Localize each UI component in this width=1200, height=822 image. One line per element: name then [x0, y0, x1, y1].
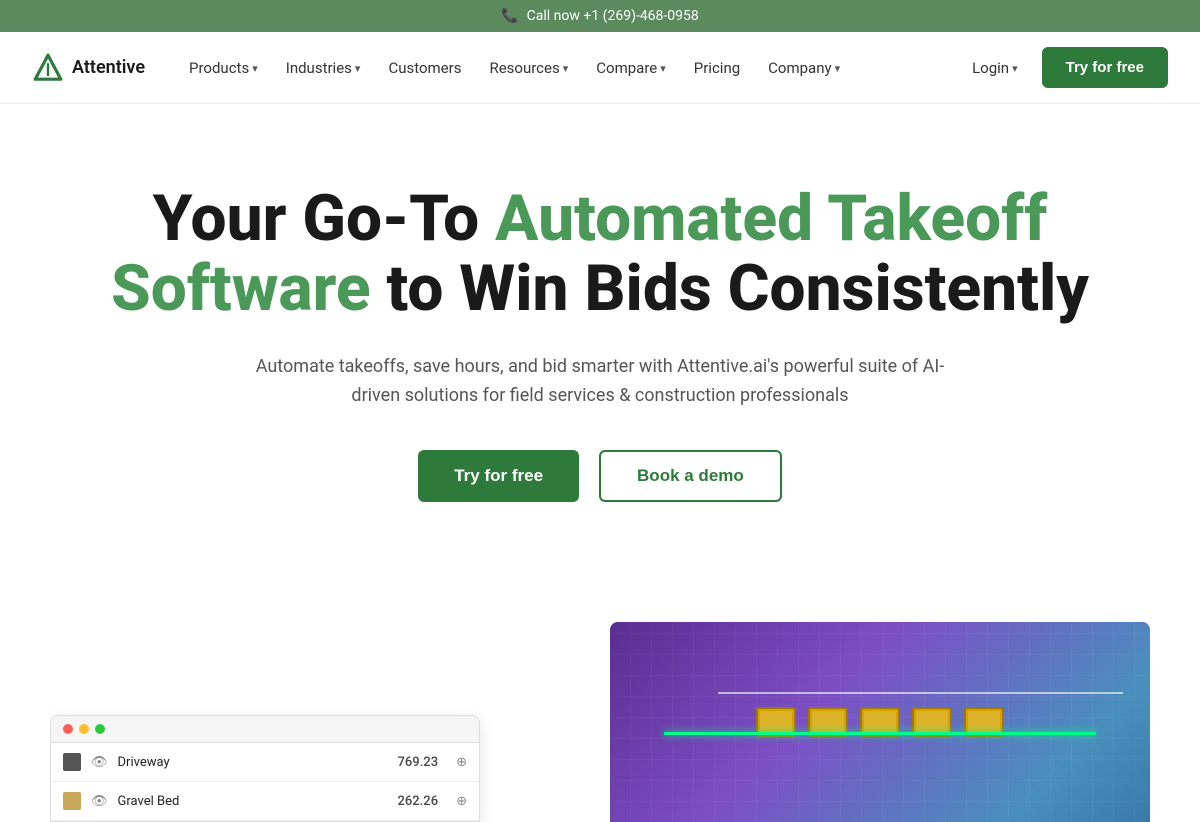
row-color-swatch: [63, 753, 81, 771]
hero-title: Your Go-To Automated Takeoff Software to…: [70, 184, 1130, 325]
nav-links: Products ▾ Industries ▾ Customers Resour…: [177, 51, 960, 85]
eye-icon: 👁: [91, 794, 108, 809]
navbar: Attentive Products ▾ Industries ▾ Custom…: [0, 32, 1200, 104]
row-label: Gravel Bed: [118, 794, 388, 809]
aerial-panel: [610, 622, 1150, 822]
takeoff-panel: 👁 Driveway 769.23 ⊕ 👁 Gravel Bed 262.26 …: [50, 715, 480, 822]
table-row: 👁 Gravel Bed 262.26 ⊕: [51, 782, 479, 821]
table-row: 👁 Driveway 769.23 ⊕: [51, 743, 479, 782]
nav-item-compare[interactable]: Compare ▾: [584, 51, 677, 85]
eye-icon: 👁: [91, 755, 108, 770]
row-value: 262.26: [398, 794, 439, 809]
aerial-background: [610, 622, 1150, 822]
hero-title-part2: Software: [111, 251, 371, 326]
top-bar: 📞 Call now +1 (269)-468-0958: [0, 0, 1200, 32]
nav-item-products[interactable]: Products ▾: [177, 51, 270, 85]
login-button[interactable]: Login ▾: [960, 51, 1030, 85]
row-action-icon: ⊕: [456, 755, 467, 770]
product-preview: 👁 Driveway 769.23 ⊕ 👁 Gravel Bed 262.26 …: [50, 602, 1150, 822]
logo-text: Attentive: [72, 57, 145, 78]
chevron-down-icon: ▾: [252, 62, 258, 75]
nav-item-industries[interactable]: Industries ▾: [274, 51, 373, 85]
row-action-icon: ⊕: [456, 794, 467, 809]
nav-right: Login ▾ Try for free: [960, 47, 1168, 88]
chevron-down-icon: ▾: [660, 62, 666, 75]
hero-title-green: Automated Takeoff: [495, 181, 1047, 256]
book-demo-button[interactable]: Book a demo: [599, 450, 782, 502]
row-value: 769.23: [398, 755, 439, 770]
nav-item-resources[interactable]: Resources ▾: [477, 51, 580, 85]
hero-title-part3: to Win Bids Consistently: [371, 251, 1089, 326]
hero-section: Your Go-To Automated Takeoff Software to…: [50, 104, 1150, 602]
nav-label-compare: Compare: [596, 59, 657, 77]
hero-title-part1: Your Go-To: [153, 181, 496, 256]
try-free-hero-button[interactable]: Try for free: [418, 450, 579, 502]
chevron-down-icon: ▾: [355, 62, 361, 75]
panel-header: [51, 716, 479, 743]
nav-label-industries: Industries: [286, 59, 352, 77]
nav-label-pricing: Pricing: [694, 59, 740, 77]
phone-icon: 📞: [501, 8, 518, 24]
row-color-swatch: [63, 792, 81, 810]
nav-label-resources: Resources: [489, 59, 559, 77]
nav-label-customers: Customers: [388, 59, 461, 77]
try-free-nav-button[interactable]: Try for free: [1042, 47, 1168, 88]
measurement-line-white: [718, 692, 1123, 694]
window-dot-close: [63, 724, 73, 734]
window-dot-minimize: [79, 724, 89, 734]
login-label: Login: [972, 59, 1009, 77]
logo-link[interactable]: Attentive: [32, 52, 145, 84]
nav-label-company: Company: [768, 59, 831, 77]
hero-subtitle: Automate takeoffs, save hours, and bid s…: [240, 353, 960, 411]
chevron-down-icon: ▾: [563, 62, 569, 75]
nav-item-customers[interactable]: Customers: [376, 51, 473, 85]
window-dot-maximize: [95, 724, 105, 734]
row-label: Driveway: [118, 755, 388, 770]
top-bar-text: Call now +1 (269)-468-0958: [527, 8, 699, 24]
nav-label-products: Products: [189, 59, 249, 77]
chevron-down-icon: ▾: [1012, 62, 1018, 75]
hero-buttons: Try for free Book a demo: [70, 450, 1130, 502]
chevron-down-icon: ▾: [835, 62, 841, 75]
logo-icon: [32, 52, 64, 84]
measurement-line-green: [664, 732, 1096, 735]
nav-item-company[interactable]: Company ▾: [756, 51, 852, 85]
nav-item-pricing[interactable]: Pricing: [682, 51, 752, 85]
